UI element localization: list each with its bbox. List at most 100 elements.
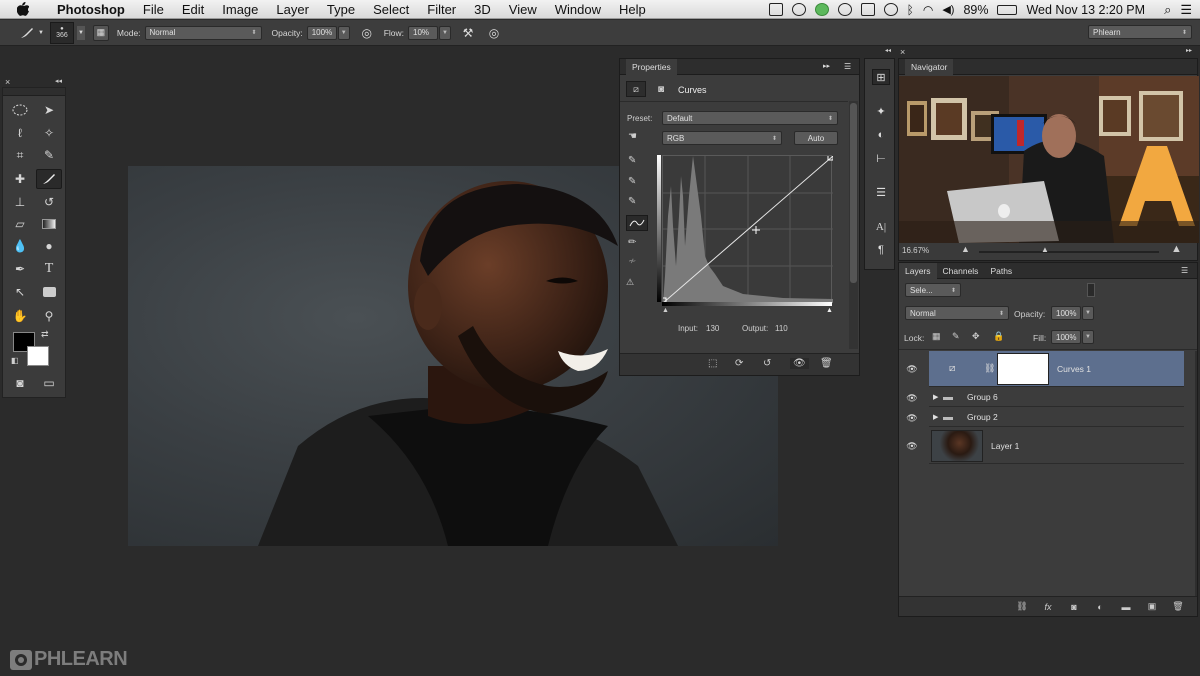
zoom-out-icon[interactable]: ▲ xyxy=(961,244,970,254)
expand-arrow-icon[interactable]: ▶ xyxy=(933,393,938,401)
layers-scrollbar[interactable] xyxy=(1195,351,1197,596)
move-tool-icon[interactable]: ➤ xyxy=(36,100,62,120)
airbrush-icon[interactable]: ⚒ xyxy=(459,24,477,42)
eye-icon[interactable]: 👁 xyxy=(905,364,919,374)
delete-adjustment-icon[interactable]: 🗑 xyxy=(820,358,833,369)
toolbox-grip[interactable] xyxy=(3,88,65,96)
menu-window[interactable]: Window xyxy=(546,2,610,17)
navigator-collapse-icon[interactable]: ▸▸ xyxy=(1186,47,1192,54)
zoom-slider-track[interactable] xyxy=(979,251,1159,253)
properties-menu-icon[interactable]: ☰ xyxy=(844,62,851,71)
blur-tool-icon[interactable]: 💧 xyxy=(7,236,33,256)
eyedropper-tool-icon[interactable]: ✎ xyxy=(36,145,62,165)
screen-mode-icon[interactable]: ▭ xyxy=(36,373,62,393)
new-adjustment-icon[interactable]: ◐ xyxy=(1091,602,1109,612)
tab-paths[interactable]: Paths xyxy=(990,266,1012,276)
layer-style-fx-icon[interactable]: fx xyxy=(1039,602,1057,612)
adjustments-panel-icon[interactable]: ◐ xyxy=(872,127,890,143)
curves-adjustment-icon[interactable]: ⧄ xyxy=(626,81,646,97)
evernote-icon[interactable] xyxy=(791,3,806,16)
visibility-icon[interactable]: 👁 xyxy=(790,358,809,369)
eye-icon[interactable]: 👁 xyxy=(905,393,919,403)
path-selection-tool-icon[interactable]: ↖ xyxy=(7,282,33,302)
menu-help[interactable]: Help xyxy=(610,2,655,17)
menu-image[interactable]: Image xyxy=(213,2,267,17)
layer-mask-thumbnail[interactable] xyxy=(997,353,1049,385)
mask-link-icon[interactable]: ⛓ xyxy=(984,363,995,374)
zoom-tool-icon[interactable]: ⚲ xyxy=(36,306,62,326)
paths-panel-icon[interactable]: ☰ xyxy=(872,184,890,200)
crop-tool-icon[interactable]: ⌗ xyxy=(7,145,33,165)
tab-properties[interactable]: Properties xyxy=(626,58,677,75)
preset-select[interactable]: Default ⬍ xyxy=(662,111,838,125)
view-previous-state-icon[interactable]: ⟳ xyxy=(735,358,743,369)
time-machine-icon[interactable] xyxy=(883,3,898,16)
history-brush-tool-icon[interactable]: ↺ xyxy=(36,192,62,212)
navigator-zoom-value[interactable]: 16.67% xyxy=(902,246,929,255)
lock-pixels-icon[interactable]: ✎ xyxy=(952,331,960,342)
targeted-adjustment-icon[interactable]: ☚ xyxy=(628,131,648,145)
paragraph-panel-icon[interactable]: ¶ xyxy=(872,242,890,258)
lock-transparency-icon[interactable]: ▦ xyxy=(932,331,941,342)
channel-select[interactable]: RGB ⬍ xyxy=(662,131,782,145)
shape-tool-icon[interactable] xyxy=(36,282,62,302)
menu-view[interactable]: View xyxy=(500,2,546,17)
swap-colors-icon[interactable]: ⇄ xyxy=(41,329,49,340)
pencil-draw-icon[interactable]: ✏ xyxy=(628,237,636,248)
curve-points-tool-icon[interactable] xyxy=(626,215,648,231)
layer-filter-toggle[interactable] xyxy=(1087,283,1095,297)
default-colors-icon[interactable]: ◧ xyxy=(11,356,19,365)
auto-button[interactable]: Auto xyxy=(794,131,838,145)
menu-layer[interactable]: Layer xyxy=(267,2,318,17)
layer-filter-select[interactable]: Sele... ⬍ xyxy=(905,283,961,297)
background-color-swatch[interactable] xyxy=(27,346,49,366)
menu-file[interactable]: File xyxy=(134,2,173,17)
clipping-warning-icon[interactable]: ⚠ xyxy=(626,277,634,288)
clone-stamp-tool-icon[interactable]: ⊥ xyxy=(7,192,33,212)
smooth-curve-icon[interactable]: ≁ xyxy=(628,256,636,267)
grid-icon[interactable] xyxy=(768,3,783,16)
layer-name[interactable]: Group 6 xyxy=(967,392,998,402)
workspace-select[interactable]: Phlearn ⬍ xyxy=(1088,25,1192,39)
eraser-tool-icon[interactable]: ▱ xyxy=(7,214,33,234)
dock-collapse-icon[interactable]: ◂◂ xyxy=(864,47,895,57)
dodge-tool-icon[interactable]: ● xyxy=(36,236,62,256)
lock-all-icon[interactable]: 🔒 xyxy=(993,331,1004,342)
brush-tool-icon[interactable] xyxy=(36,169,62,189)
fill-input[interactable]: 100% xyxy=(1051,330,1081,344)
zoom-slider-thumb[interactable]: ▲ xyxy=(1041,245,1049,254)
fill-caret-icon[interactable]: ▼ xyxy=(1082,330,1094,344)
marquee-tool-icon[interactable] xyxy=(7,100,33,120)
white-point-eyedropper-icon[interactable]: ✎ xyxy=(628,196,636,207)
brush-size-picker[interactable]: ● 366 xyxy=(49,21,74,44)
menu-select[interactable]: Select xyxy=(364,2,418,17)
bluetooth-icon[interactable]: ᛒ xyxy=(907,3,914,17)
layer-opacity-caret-icon[interactable]: ▼ xyxy=(1082,306,1094,320)
gradient-tool-icon[interactable] xyxy=(36,214,62,234)
mode-select[interactable]: Normal ⬍ xyxy=(144,25,262,40)
volume-icon[interactable]: ◀) xyxy=(942,3,954,16)
notification-list-icon[interactable]: ☰ xyxy=(1180,2,1192,18)
pen-tool-icon[interactable]: ✒ xyxy=(7,259,33,279)
toolbox-close-icon[interactable]: × xyxy=(5,77,10,87)
brush-preset-icon[interactable] xyxy=(18,24,36,42)
delete-layer-icon[interactable]: 🗑 xyxy=(1169,601,1187,612)
layer-opacity-input[interactable]: 100% xyxy=(1051,306,1081,320)
tab-layers[interactable]: Layers xyxy=(899,262,937,279)
clock[interactable]: Wed Nov 13 2:20 PM xyxy=(1026,3,1145,17)
properties-scroll-thumb[interactable] xyxy=(850,103,857,283)
layer-name[interactable]: Curves 1 xyxy=(1057,364,1091,374)
blend-mode-select[interactable]: Normal ⬍ xyxy=(905,306,1009,320)
lock-position-icon[interactable]: ✥ xyxy=(972,331,980,342)
add-mask-icon[interactable]: ◙ xyxy=(1065,602,1083,612)
battery-icon[interactable] xyxy=(997,4,1018,15)
zoom-in-icon[interactable]: ▲ xyxy=(1171,243,1182,255)
pressure-opacity-icon[interactable]: ◎ xyxy=(358,24,376,42)
brush-preset-caret-icon[interactable]: ▼ xyxy=(38,30,44,36)
airplay-icon[interactable] xyxy=(860,3,875,16)
layer-name[interactable]: Group 2 xyxy=(967,412,998,422)
white-point-slider-icon[interactable]: ▲ xyxy=(826,307,833,314)
navigator-close-icon[interactable]: × xyxy=(900,47,905,57)
apple-icon[interactable] xyxy=(14,0,32,19)
navigator-thumbnail[interactable] xyxy=(899,76,1199,243)
